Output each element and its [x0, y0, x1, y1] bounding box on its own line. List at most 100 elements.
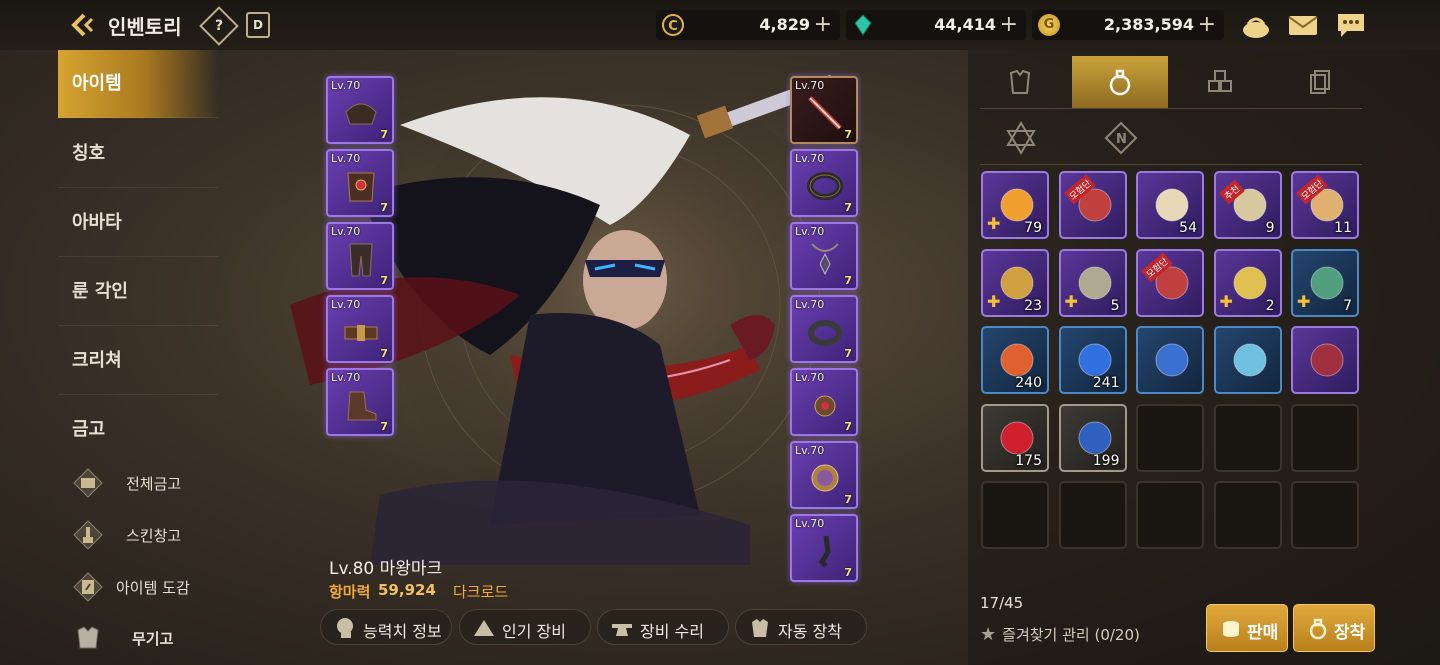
vault-chest-icon	[72, 467, 104, 499]
chat-icon[interactable]	[1335, 10, 1367, 40]
inventory-item[interactable]: 추천 9	[1213, 171, 1282, 239]
sidebar-sub-skin-storage[interactable]: 스킨창고	[72, 515, 218, 555]
equip-slot-weapon[interactable]: Lv.70 7	[790, 76, 858, 144]
puzzle-plus-icon: ✚	[1219, 291, 1233, 311]
cubes-tab-icon	[1208, 70, 1232, 92]
subtab-new[interactable]: N	[1103, 120, 1139, 156]
puzzle-plus-icon: ✚	[987, 291, 1001, 311]
puzzle-plus-icon: ✚	[1064, 291, 1078, 311]
sidebar-item-avatar[interactable]: 아바타	[58, 189, 218, 257]
auto-armor-icon	[752, 619, 768, 637]
back-arrow-icon[interactable]	[66, 10, 96, 40]
sidebar-sub-armory[interactable]: 무기고	[72, 618, 218, 658]
subtab-hexagram[interactable]	[1003, 120, 1039, 156]
inventory-item[interactable]: ✚ 2	[1213, 248, 1282, 317]
item-count: 7	[1343, 297, 1352, 314]
star-icon: ★	[980, 624, 997, 645]
item-icon	[1310, 343, 1344, 377]
inventory-item[interactable]: 54	[1136, 171, 1204, 239]
crystal-icon	[852, 14, 874, 36]
equip-slot-earring[interactable]: Lv.70 7	[790, 514, 858, 582]
inventory-item[interactable]: ✚ 7	[1291, 248, 1359, 317]
inventory-empty-slot	[1213, 403, 1282, 472]
equip-button[interactable]: 장착	[1293, 604, 1375, 652]
sidebar-item-item[interactable]: 아이템	[58, 50, 218, 118]
anvil-icon	[612, 624, 632, 636]
new-badge-icon: N	[1104, 121, 1138, 155]
tab-materials[interactable]	[1172, 56, 1268, 108]
inventory-item[interactable]: ✚ 23	[981, 248, 1049, 317]
pants-icon	[349, 243, 373, 277]
item-icon	[1233, 343, 1266, 377]
equip-slot-shoes[interactable]: Lv.70 7	[326, 368, 394, 436]
add-gold-button[interactable]: +	[1198, 12, 1216, 37]
belt-icon	[344, 325, 378, 341]
currency-c-coin: C 4,829 +	[656, 10, 840, 40]
gold-value: 2,383,594	[1103, 15, 1194, 34]
help-icon[interactable]: ?	[199, 6, 239, 46]
inventory-item[interactable]	[1213, 326, 1282, 394]
mail-icon[interactable]	[1287, 10, 1319, 40]
equip-slot-ring[interactable]: Lv.70 7	[790, 295, 858, 363]
tab-consumables[interactable]	[1072, 56, 1168, 108]
inventory-item[interactable]: 175	[981, 403, 1049, 472]
potion-tab-icon	[1109, 69, 1131, 96]
equip-slot-top[interactable]: Lv.70 7	[326, 149, 394, 217]
inventory-item[interactable]: 모험단	[1136, 248, 1204, 317]
inventory-item[interactable]	[1291, 326, 1359, 394]
equip-slot-support[interactable]: Lv.70 7	[790, 368, 858, 436]
stats-info-button[interactable]: 능력치 정보	[320, 609, 452, 645]
currency-crystal: 44,414 +	[846, 10, 1026, 40]
sidebar-item-title[interactable]: 칭호	[58, 120, 218, 188]
inventory-empty-slot	[981, 481, 1049, 549]
item-count: 241	[1092, 375, 1120, 391]
add-c-coin-button[interactable]: +	[814, 12, 832, 37]
inventory-item[interactable]: 모험단	[1058, 171, 1127, 239]
sell-button[interactable]: 판매	[1206, 604, 1288, 652]
cards-tab-icon	[1310, 70, 1330, 94]
add-crystal-button[interactable]: +	[1000, 12, 1018, 37]
inventory-item[interactable]: 모험단 11	[1291, 171, 1359, 239]
inventory-item[interactable]: ✚ 79	[981, 171, 1049, 239]
popular-gear-button[interactable]: 인기 장비	[459, 609, 591, 645]
sidebar-sub-all-vault[interactable]: 전체금고	[72, 463, 218, 503]
inventory-empty-slot	[1291, 481, 1359, 549]
earring-icon	[818, 535, 831, 568]
equip-slot-bracelet[interactable]: Lv.70 7	[790, 149, 858, 217]
codex-book-icon	[72, 571, 104, 603]
tab-cards[interactable]	[1272, 56, 1368, 108]
equip-slot-belt[interactable]: Lv.70 7	[326, 295, 394, 363]
inventory-empty-slot	[1136, 403, 1204, 472]
item-count: 79	[1024, 220, 1042, 236]
c-coin-value: 4,829	[759, 15, 810, 34]
sidebar-item-creature[interactable]: 크리쳐	[58, 327, 218, 395]
tab-equipment[interactable]	[972, 56, 1068, 108]
shoulder-armor-icon	[345, 103, 377, 125]
equip-slot-bottom[interactable]: Lv.70 7	[326, 222, 394, 290]
puzzle-plus-icon: ✚	[1297, 291, 1311, 311]
equip-slot-magic-stone[interactable]: Lv.70 7	[790, 441, 858, 509]
item-count: 11	[1334, 220, 1352, 236]
c-coin-icon: C	[662, 14, 684, 36]
ring-icon	[808, 320, 842, 346]
equip-slot-shoulder[interactable]: Lv.70 7	[326, 76, 394, 144]
sidebar-sub-item-codex[interactable]: 아이템 도감	[72, 567, 218, 607]
calendar-d-icon[interactable]: D	[246, 12, 270, 38]
auto-equip-button[interactable]: 자동 장착	[735, 609, 867, 645]
sidebar-item-vault[interactable]: 금고	[58, 396, 218, 464]
inventory-item[interactable]	[1136, 326, 1204, 394]
favorites-manage-button[interactable]: ★ 즐겨찾기 관리 (0/20)	[980, 624, 1140, 645]
gold-icon: G	[1038, 14, 1060, 36]
inventory-item[interactable]: 240	[981, 326, 1049, 394]
equip-slot-necklace[interactable]: Lv.70 7	[790, 222, 858, 290]
inventory-item[interactable]: ✚ 5	[1058, 248, 1127, 317]
character-class: 다크로드	[453, 583, 509, 601]
inventory-item[interactable]: 199	[1058, 403, 1127, 472]
inventory-item[interactable]: 241	[1058, 326, 1127, 394]
sidebar-item-rune[interactable]: 룬 각인	[58, 258, 218, 326]
repair-gear-button[interactable]: 장비 수리	[597, 609, 729, 645]
puzzle-plus-icon: ✚	[987, 214, 1001, 233]
pouch-icon[interactable]	[1240, 10, 1272, 40]
necklace-icon	[811, 243, 839, 276]
magic-stone-icon	[811, 464, 839, 492]
